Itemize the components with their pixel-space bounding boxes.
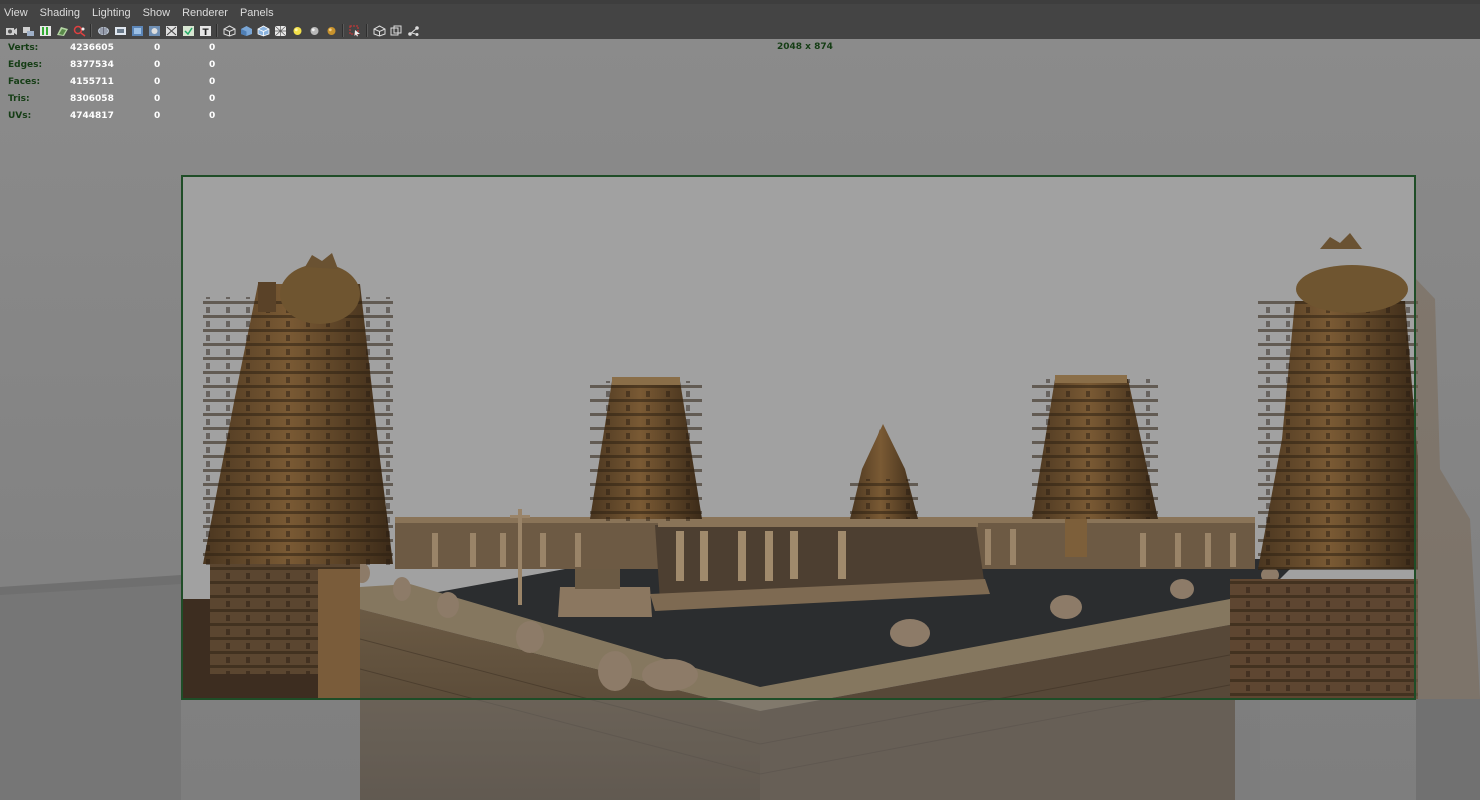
- isolate-select-icon[interactable]: [348, 24, 362, 37]
- poly-count-hud: Verts: 4236605 0 0 Edges: 8377534 0 0 Fa…: [8, 39, 264, 124]
- hud-value: 0: [154, 76, 161, 87]
- hud-row-faces: Faces: 4155711 0 0: [8, 73, 264, 90]
- temple-scene-render: [0, 176, 1480, 800]
- hud-label: Verts:: [8, 42, 39, 53]
- hud-value: 0: [209, 93, 216, 104]
- wireframe-on-shaded-icon[interactable]: [256, 24, 270, 37]
- xray-icon[interactable]: [273, 24, 287, 37]
- resolution-gate-label: 2048 x 874: [777, 42, 833, 52]
- 3d-viewport[interactable]: Verts: 4236605 0 0 Edges: 8377534 0 0 Fa…: [0, 39, 1480, 800]
- bookmark-icon[interactable]: [38, 24, 52, 37]
- gate-mask-icon[interactable]: [147, 24, 161, 37]
- toolbar-separator: [90, 24, 92, 37]
- resolution-gate-icon[interactable]: [130, 24, 144, 37]
- xray-joints-icon[interactable]: [372, 24, 386, 37]
- hud-value: 4744817: [70, 110, 114, 121]
- toolbar-separator: [366, 24, 368, 37]
- hud-label: Edges:: [8, 59, 43, 70]
- smooth-shade-icon[interactable]: [239, 24, 253, 37]
- hud-value: 0: [154, 110, 161, 121]
- toolbar-separator: [216, 24, 218, 37]
- safe-title-icon[interactable]: T: [198, 24, 212, 37]
- hud-label: Faces:: [8, 76, 41, 87]
- hud-label: Tris:: [8, 93, 30, 104]
- hud-value: 0: [209, 110, 216, 121]
- grid-icon[interactable]: [96, 24, 110, 37]
- hud-row-verts: Verts: 4236605 0 0: [8, 39, 264, 56]
- hud-value: 4155711: [70, 76, 114, 87]
- panel-toolbar: T: [0, 22, 1480, 39]
- hud-value: 0: [154, 59, 161, 70]
- texture-icon[interactable]: [324, 24, 338, 37]
- hud-value: 0: [209, 76, 216, 87]
- hud-value: 0: [209, 59, 216, 70]
- hud-row-tris: Tris: 8306058 0 0: [8, 90, 264, 107]
- default-light-icon[interactable]: [290, 24, 304, 37]
- hud-value: 0: [154, 42, 161, 53]
- image-plane-icon[interactable]: [55, 24, 69, 37]
- menu-lighting[interactable]: Lighting: [86, 7, 137, 19]
- xray-active-icon[interactable]: [389, 24, 403, 37]
- menu-panels[interactable]: Panels: [234, 7, 280, 19]
- hud-value: 0: [209, 42, 216, 53]
- joint-xray-icon[interactable]: [406, 24, 420, 37]
- menu-shading[interactable]: Shading: [34, 7, 86, 19]
- menu-show[interactable]: Show: [137, 7, 177, 19]
- hud-value: 0: [154, 93, 161, 104]
- hud-row-uvs: UVs: 4744817 0 0: [8, 107, 264, 124]
- maya-viewport-panel: View Shading Lighting Show Renderer Pane…: [0, 0, 1480, 800]
- hud-value: 4236605: [70, 42, 114, 53]
- hud-value: 8377534: [70, 59, 114, 70]
- svg-text:T: T: [202, 28, 209, 37]
- camera-icon[interactable]: [4, 24, 18, 37]
- toolbar-separator: [342, 24, 344, 37]
- wireframe-icon[interactable]: [222, 24, 236, 37]
- 2d-pan-zoom-icon[interactable]: [72, 24, 86, 37]
- film-gate-icon[interactable]: [113, 24, 127, 37]
- field-chart-icon[interactable]: [164, 24, 178, 37]
- menu-renderer[interactable]: Renderer: [176, 7, 234, 19]
- hud-row-edges: Edges: 8377534 0 0: [8, 56, 264, 73]
- hud-value: 8306058: [70, 93, 114, 104]
- hud-label: UVs:: [8, 110, 32, 121]
- panel-menu-bar: View Shading Lighting Show Renderer Pane…: [0, 4, 1480, 22]
- shadows-icon[interactable]: [307, 24, 321, 37]
- safe-action-icon[interactable]: [181, 24, 195, 37]
- menu-view[interactable]: View: [0, 7, 34, 19]
- camera-attributes-icon[interactable]: [21, 24, 35, 37]
